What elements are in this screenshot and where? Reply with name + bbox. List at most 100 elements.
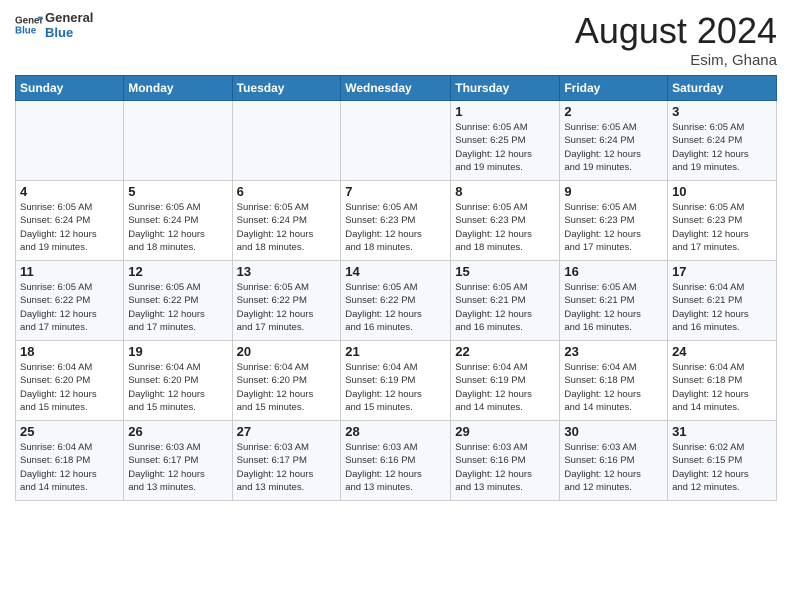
day-info: Sunrise: 6:04 AM Sunset: 6:18 PM Dayligh… — [564, 361, 663, 414]
day-number: 9 — [564, 184, 663, 199]
logo: General Blue General Blue — [15, 10, 93, 40]
day-info: Sunrise: 6:05 AM Sunset: 6:25 PM Dayligh… — [455, 121, 555, 174]
day-number: 10 — [672, 184, 772, 199]
day-info: Sunrise: 6:04 AM Sunset: 6:19 PM Dayligh… — [455, 361, 555, 414]
calendar-cell: 21Sunrise: 6:04 AM Sunset: 6:19 PM Dayli… — [341, 341, 451, 421]
calendar-cell: 26 Sunrise: 6:03 AM Sunset: 6:17 PM Dayli… — [124, 421, 232, 501]
location: Esim, Ghana — [575, 52, 777, 69]
day-info: Sunrise: 6:03 AM Sunset: 6:16 PM Dayligh… — [564, 441, 663, 494]
logo-icon: General Blue — [15, 11, 43, 39]
day-number: 27 — [237, 424, 337, 439]
calendar-cell — [341, 101, 451, 181]
day-number: 6 — [237, 184, 337, 199]
calendar-cell: 22Sunrise: 6:04 AM Sunset: 6:19 PM Dayli… — [451, 341, 560, 421]
header-day-saturday: Saturday — [668, 76, 777, 101]
day-number: 4 — [20, 184, 119, 199]
day-number: 28 — [345, 424, 446, 439]
day-info: Sunrise: 6:02 AM Sunset: 6:15 PM Dayligh… — [672, 441, 772, 494]
day-info: Sunrise: 6:05 AM Sunset: 6:24 PM Dayligh… — [20, 201, 119, 254]
day-number: 29 — [455, 424, 555, 439]
day-info: Sunrise: 6:05 AM Sunset: 6:22 PM Dayligh… — [237, 281, 337, 334]
day-info: Sunrise: 6:03 AM Sunset: 6:17 PM Dayligh… — [237, 441, 337, 494]
day-info: Sunrise: 6:04 AM Sunset: 6:18 PM Dayligh… — [672, 361, 772, 414]
day-number: 12 — [128, 264, 227, 279]
day-info: Sunrise: 6:05 AM Sunset: 6:22 PM Dayligh… — [345, 281, 446, 334]
calendar-cell: 9 Sunrise: 6:05 AM Sunset: 6:23 PM Daylig… — [560, 181, 668, 261]
day-number: 20 — [237, 344, 337, 359]
calendar-table: SundayMondayTuesdayWednesdayThursdayFrid… — [15, 75, 777, 501]
month-year: August 2024 — [575, 10, 777, 52]
day-info: Sunrise: 6:05 AM Sunset: 6:21 PM Dayligh… — [564, 281, 663, 334]
day-info: Sunrise: 6:05 AM Sunset: 6:23 PM Dayligh… — [345, 201, 446, 254]
day-info: Sunrise: 6:05 AM Sunset: 6:24 PM Dayligh… — [564, 121, 663, 174]
day-info: Sunrise: 6:05 AM Sunset: 6:24 PM Dayligh… — [128, 201, 227, 254]
header-day-tuesday: Tuesday — [232, 76, 341, 101]
calendar-cell — [232, 101, 341, 181]
day-info: Sunrise: 6:05 AM Sunset: 6:24 PM Dayligh… — [672, 121, 772, 174]
day-number: 13 — [237, 264, 337, 279]
day-info: Sunrise: 6:04 AM Sunset: 6:19 PM Dayligh… — [345, 361, 446, 414]
day-info: Sunrise: 6:03 AM Sunset: 6:17 PM Dayligh… — [128, 441, 227, 494]
week-row-4: 18 Sunrise: 6:04 AM Sunset: 6:20 PM Dayli… — [16, 341, 777, 421]
day-info: Sunrise: 6:04 AM Sunset: 6:20 PM Dayligh… — [128, 361, 227, 414]
svg-text:Blue: Blue — [15, 25, 37, 36]
calendar-cell: 24 Sunrise: 6:04 AM Sunset: 6:18 PM Dayli… — [668, 341, 777, 421]
day-number: 7 — [345, 184, 446, 199]
day-number: 11 — [20, 264, 119, 279]
calendar-cell: 8 Sunrise: 6:05 AM Sunset: 6:23 PM Daylig… — [451, 181, 560, 261]
day-info: Sunrise: 6:05 AM Sunset: 6:22 PM Dayligh… — [20, 281, 119, 334]
day-info: Sunrise: 6:05 AM Sunset: 6:23 PM Dayligh… — [455, 201, 555, 254]
calendar-cell — [124, 101, 232, 181]
day-number: 16 — [564, 264, 663, 279]
week-row-3: 11 Sunrise: 6:05 AM Sunset: 6:22 PM Dayli… — [16, 261, 777, 341]
day-info: Sunrise: 6:03 AM Sunset: 6:16 PM Dayligh… — [455, 441, 555, 494]
calendar-cell: 1Sunrise: 6:05 AM Sunset: 6:25 PM Daylig… — [451, 101, 560, 181]
calendar-cell: 11 Sunrise: 6:05 AM Sunset: 6:22 PM Dayli… — [16, 261, 124, 341]
week-row-1: 1Sunrise: 6:05 AM Sunset: 6:25 PM Daylig… — [16, 101, 777, 181]
day-number: 30 — [564, 424, 663, 439]
calendar-cell: 6 Sunrise: 6:05 AM Sunset: 6:24 PM Daylig… — [232, 181, 341, 261]
calendar-cell: 7 Sunrise: 6:05 AM Sunset: 6:23 PM Daylig… — [341, 181, 451, 261]
calendar-cell: 18 Sunrise: 6:04 AM Sunset: 6:20 PM Dayli… — [16, 341, 124, 421]
day-info: Sunrise: 6:05 AM Sunset: 6:24 PM Dayligh… — [237, 201, 337, 254]
calendar-cell: 31Sunrise: 6:02 AM Sunset: 6:15 PM Dayli… — [668, 421, 777, 501]
day-number: 17 — [672, 264, 772, 279]
day-number: 8 — [455, 184, 555, 199]
calendar-cell: 16 Sunrise: 6:05 AM Sunset: 6:21 PM Dayli… — [560, 261, 668, 341]
calendar-cell: 12 Sunrise: 6:05 AM Sunset: 6:22 PM Dayli… — [124, 261, 232, 341]
header: General Blue General Blue August 2024 Es… — [15, 10, 777, 69]
calendar-cell: 2Sunrise: 6:05 AM Sunset: 6:24 PM Daylig… — [560, 101, 668, 181]
calendar-cell: 28 Sunrise: 6:03 AM Sunset: 6:16 PM Dayli… — [341, 421, 451, 501]
day-info: Sunrise: 6:03 AM Sunset: 6:16 PM Dayligh… — [345, 441, 446, 494]
calendar-cell — [16, 101, 124, 181]
header-day-sunday: Sunday — [16, 76, 124, 101]
day-number: 24 — [672, 344, 772, 359]
day-number: 15 — [455, 264, 555, 279]
calendar-cell: 30 Sunrise: 6:03 AM Sunset: 6:16 PM Dayli… — [560, 421, 668, 501]
day-info: Sunrise: 6:05 AM Sunset: 6:22 PM Dayligh… — [128, 281, 227, 334]
header-day-monday: Monday — [124, 76, 232, 101]
header-day-thursday: Thursday — [451, 76, 560, 101]
day-number: 26 — [128, 424, 227, 439]
day-info: Sunrise: 6:04 AM Sunset: 6:20 PM Dayligh… — [237, 361, 337, 414]
calendar-cell: 23 Sunrise: 6:04 AM Sunset: 6:18 PM Dayli… — [560, 341, 668, 421]
calendar-cell: 19 Sunrise: 6:04 AM Sunset: 6:20 PM Dayli… — [124, 341, 232, 421]
day-info: Sunrise: 6:05 AM Sunset: 6:23 PM Dayligh… — [564, 201, 663, 254]
calendar-cell: 14Sunrise: 6:05 AM Sunset: 6:22 PM Dayli… — [341, 261, 451, 341]
week-row-5: 25Sunrise: 6:04 AM Sunset: 6:18 PM Dayli… — [16, 421, 777, 501]
day-number: 18 — [20, 344, 119, 359]
day-number: 23 — [564, 344, 663, 359]
calendar-cell: 4 Sunrise: 6:05 AM Sunset: 6:24 PM Daylig… — [16, 181, 124, 261]
calendar-cell: 17Sunrise: 6:04 AM Sunset: 6:21 PM Dayli… — [668, 261, 777, 341]
header-row: SundayMondayTuesdayWednesdayThursdayFrid… — [16, 76, 777, 101]
calendar-cell: 5Sunrise: 6:05 AM Sunset: 6:24 PM Daylig… — [124, 181, 232, 261]
calendar-cell: 29 Sunrise: 6:03 AM Sunset: 6:16 PM Dayli… — [451, 421, 560, 501]
day-info: Sunrise: 6:04 AM Sunset: 6:20 PM Dayligh… — [20, 361, 119, 414]
calendar-cell: 15 Sunrise: 6:05 AM Sunset: 6:21 PM Dayli… — [451, 261, 560, 341]
calendar-cell: 3Sunrise: 6:05 AM Sunset: 6:24 PM Daylig… — [668, 101, 777, 181]
day-info: Sunrise: 6:05 AM Sunset: 6:21 PM Dayligh… — [455, 281, 555, 334]
day-info: Sunrise: 6:05 AM Sunset: 6:23 PM Dayligh… — [672, 201, 772, 254]
calendar-cell: 27 Sunrise: 6:03 AM Sunset: 6:17 PM Dayli… — [232, 421, 341, 501]
calendar-cell: 25Sunrise: 6:04 AM Sunset: 6:18 PM Dayli… — [16, 421, 124, 501]
day-number: 19 — [128, 344, 227, 359]
